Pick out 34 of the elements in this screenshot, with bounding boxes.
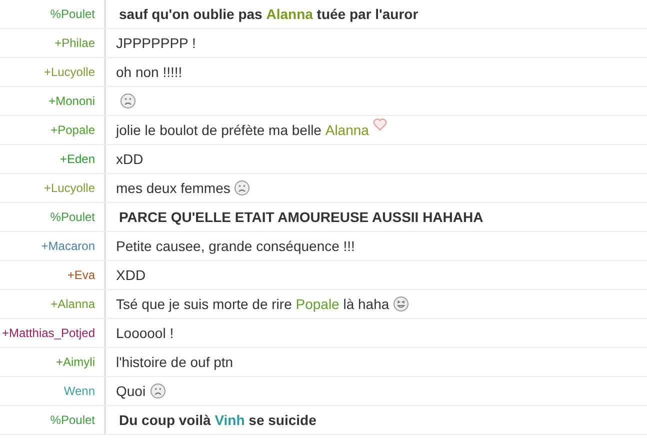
- username[interactable]: +Eden: [60, 150, 95, 168]
- username[interactable]: +Lucyolle: [44, 63, 95, 81]
- message-text: xDD: [115, 150, 144, 168]
- message-text: Quoi: [106, 377, 166, 405]
- username[interactable]: +Alanna: [50, 295, 95, 313]
- username[interactable]: +Philae: [54, 34, 95, 52]
- message-text: oh non !!!!!: [115, 62, 182, 82]
- sad-face-icon: [120, 93, 136, 109]
- laughing-face-icon: [393, 296, 410, 312]
- username[interactable]: Wenn: [64, 382, 95, 400]
- message-text: l'histoire de ouf ptn: [115, 352, 234, 372]
- username[interactable]: +Matthias_Potjed: [2, 324, 95, 342]
- message-text: PARCE QU'ELLE ETAIT AMOUREUSE AUSSII HAHAHA: [118, 208, 484, 227]
- message-text: Petite causee, grande conséquence !!!: [115, 236, 355, 256]
- message-text: Loooool !: [115, 324, 174, 342]
- username[interactable]: +Eva: [67, 266, 95, 284]
- sad-face-icon: [234, 180, 250, 196]
- username[interactable]: +Aimyli: [56, 353, 95, 371]
- username[interactable]: %Poulet: [50, 208, 95, 226]
- message-text: jolie le boulot de préfète ma belle Alanna: [106, 116, 387, 144]
- message-text: XDD: [115, 266, 146, 284]
- message-text: Du coup voilà Vinh se suicide: [118, 410, 316, 430]
- message-text: mes deux femmes: [106, 174, 250, 202]
- username[interactable]: %Poulet: [50, 5, 95, 23]
- username[interactable]: +Mononi: [48, 92, 95, 110]
- heart-icon: [372, 118, 387, 131]
- username[interactable]: %Poulet: [50, 411, 95, 429]
- sad-face-icon: [150, 383, 166, 399]
- message-text: Tsé que je suis morte de rire Popale là haha: [106, 290, 410, 318]
- username[interactable]: +Popale: [50, 121, 95, 139]
- message-text: sauf qu'on oublie pas Alanna tuée par l'auror: [118, 4, 418, 24]
- username[interactable]: +Lucyolle: [44, 179, 95, 197]
- username[interactable]: +Macaron: [41, 237, 95, 255]
- message-text: JPPPPPPP !: [115, 34, 196, 52]
